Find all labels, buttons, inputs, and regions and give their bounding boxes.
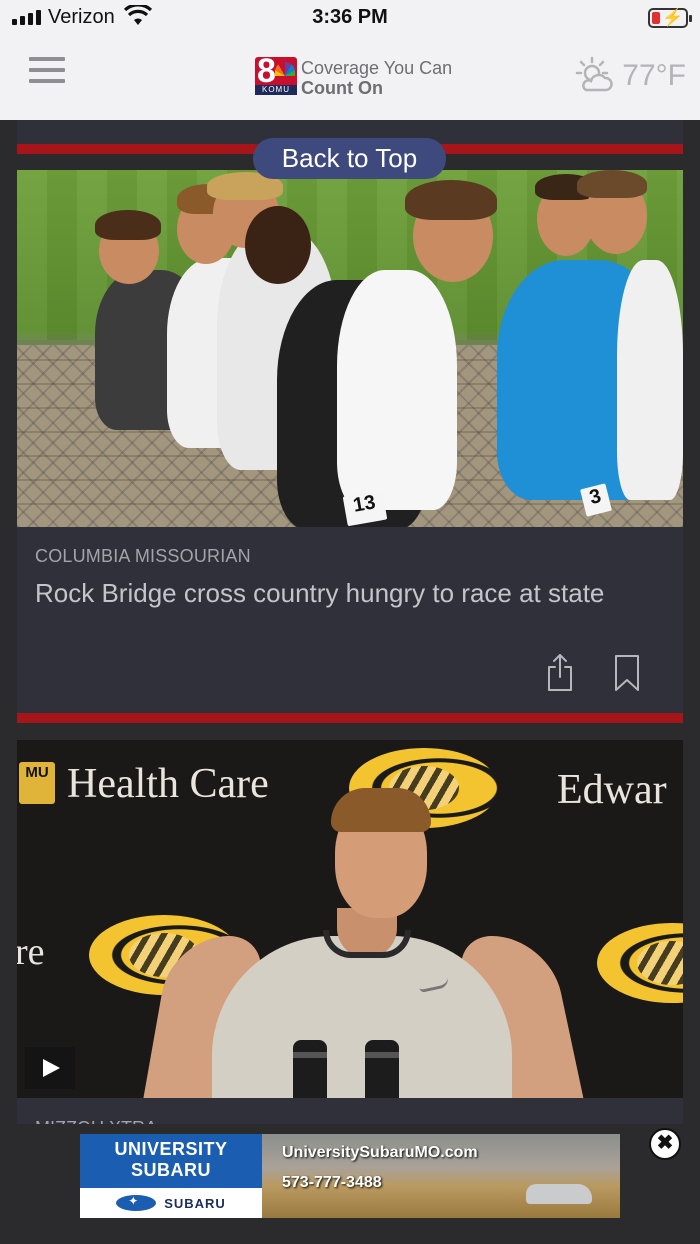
ad-brand-sub: SUBARU [164, 1195, 226, 1211]
ad-url: UniversitySubaruMO.com [282, 1144, 478, 1161]
battery-charging-low-icon: ⚡ [648, 8, 692, 28]
mu-logo: MU [19, 762, 55, 804]
station-logo[interactable]: 8 KOMU Coverage You Can Count On [255, 52, 455, 99]
play-icon[interactable] [25, 1047, 75, 1089]
close-icon[interactable]: ✖ [649, 1128, 681, 1160]
komu-logo-mark: 8 KOMU [255, 52, 297, 95]
news-feed[interactable]: 13 3 COLUMBIA MISSOURIAN Rock Bridge cro… [0, 120, 700, 1244]
subaru-logo-icon [116, 1194, 157, 1211]
ad-banner[interactable]: UNIVERSITY SUBARU SUBARU UniversitySubar… [80, 1134, 620, 1218]
press-conference-video[interactable]: MU Health Care Edwar re es [17, 740, 683, 1098]
peacock-icon [275, 62, 295, 76]
backdrop-text: re [17, 931, 45, 973]
app-header: Verizon 3:36 PM ⚡ 8 KOMU Coverage You Ca… [0, 0, 700, 120]
section-divider [17, 713, 683, 723]
backdrop-text: Health Care [67, 761, 269, 807]
ad-image-panel: UniversitySubaruMO.com 573-777-3488 [262, 1134, 620, 1218]
logo-tagline: Coverage You Can [301, 58, 453, 78]
status-time: 3:36 PM [312, 6, 388, 28]
story-source: COLUMBIA MISSOURIAN [35, 546, 251, 566]
logo-tagline-bold: Count On [301, 78, 383, 98]
microphone [365, 1040, 399, 1098]
ad-phone: 573-777-3488 [282, 1174, 382, 1191]
microphone [293, 1040, 327, 1098]
share-icon[interactable] [545, 652, 575, 692]
back-to-top-button[interactable]: Back to Top [253, 138, 446, 179]
runners-starting-line-photo[interactable]: 13 3 [17, 170, 683, 527]
backdrop-text: Edwar [557, 767, 667, 813]
status-bar: Verizon 3:36 PM ⚡ [0, 0, 700, 36]
ad-banner-area: UNIVERSITY SUBARU SUBARU UniversitySubar… [0, 1124, 700, 1244]
partly-sunny-icon [576, 56, 614, 92]
car-image [526, 1184, 592, 1204]
temperature: 77°F [622, 59, 686, 92]
weather-widget[interactable]: 77°F [572, 56, 686, 96]
ad-brand-panel: UNIVERSITY SUBARU SUBARU [80, 1134, 262, 1218]
story-headline[interactable]: Rock Bridge cross country hungry to race… [35, 578, 604, 609]
bookmark-icon[interactable] [613, 654, 641, 692]
ad-brand-name: UNIVERSITY SUBARU [80, 1134, 262, 1188]
story-card[interactable]: 13 3 COLUMBIA MISSOURIAN Rock Bridge cro… [17, 170, 683, 713]
hamburger-menu-icon[interactable] [29, 57, 65, 83]
tiger-logo [597, 923, 683, 1003]
